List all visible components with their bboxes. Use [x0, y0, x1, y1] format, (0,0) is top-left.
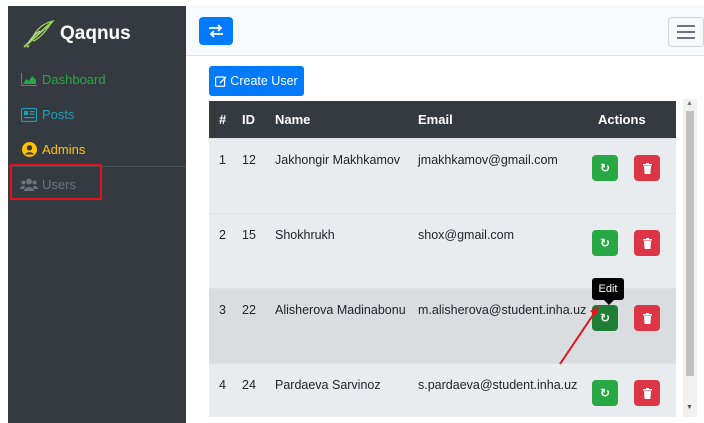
- row-number: 2: [219, 228, 226, 242]
- refresh-icon: ↻: [599, 161, 611, 175]
- refresh-icon: ↻: [599, 386, 611, 400]
- edit-button[interactable]: ↻: [592, 155, 618, 181]
- row-number: 4: [219, 378, 226, 392]
- trash-icon: [642, 387, 652, 399]
- table-row: 1 12 Jakhongir Makhkamov jmakhkamov@gmai…: [209, 138, 676, 213]
- tooltip-arrow: [604, 300, 614, 305]
- row-id: 15: [242, 228, 256, 242]
- delete-button[interactable]: [634, 305, 660, 331]
- trash-icon: [642, 237, 652, 249]
- row-id: 24: [242, 378, 256, 392]
- hamburger-icon-bar: [677, 37, 695, 39]
- row-name: Alisherova Madinabonu: [275, 303, 406, 317]
- refresh-icon: ↻: [599, 236, 611, 250]
- delete-button[interactable]: [634, 155, 660, 181]
- create-user-label: Create User: [230, 74, 298, 88]
- user-circle-icon: [20, 141, 38, 157]
- row-email: shox@gmail.com: [418, 228, 515, 242]
- sidebar-toggle-button[interactable]: [199, 17, 233, 45]
- users-table: # ID Name Email Actions 1 12 Jakhongir M…: [209, 101, 676, 417]
- row-id: 12: [242, 153, 256, 167]
- delete-button[interactable]: [634, 380, 660, 406]
- scrollbar-thumb[interactable]: [686, 111, 694, 376]
- trash-icon: [642, 162, 652, 174]
- edit-button[interactable]: ↻: [592, 380, 618, 406]
- edit-button[interactable]: ↻: [592, 230, 618, 256]
- row-id: 22: [242, 303, 256, 317]
- column-header-actions: Actions: [598, 112, 646, 127]
- edit-icon: [215, 76, 227, 87]
- hamburger-menu-button[interactable]: [668, 17, 704, 47]
- sidebar-item-dashboard[interactable]: Dashboard: [8, 62, 186, 97]
- brand[interactable]: Qaqnus: [8, 6, 186, 62]
- sidebar-item-admins[interactable]: Admins: [8, 132, 186, 167]
- newspaper-icon: [20, 107, 38, 123]
- edit-tooltip: Edit: [592, 278, 624, 300]
- sidebar-item-posts[interactable]: Posts: [8, 97, 186, 132]
- annotation-highlight-box: [10, 164, 102, 200]
- row-name: Shokhrukh: [275, 228, 335, 242]
- table-row: 2 15 Shokhrukh shox@gmail.com ↻: [209, 213, 676, 288]
- column-header-id: ID: [242, 112, 255, 127]
- table-row: 4 24 Pardaeva Sarvinoz s.pardaeva@studen…: [209, 363, 676, 417]
- top-navbar: [186, 6, 704, 56]
- sidebar-item-label: Admins: [42, 141, 86, 157]
- exchange-icon: [209, 24, 223, 38]
- hamburger-icon: [677, 25, 695, 27]
- row-name: Pardaeva Sarvinoz: [275, 378, 381, 392]
- column-header-number: #: [219, 112, 227, 127]
- column-header-email: Email: [418, 112, 453, 127]
- area-chart-icon: [20, 72, 38, 88]
- brand-name: Qaqnus: [60, 23, 131, 44]
- row-number: 3: [219, 303, 226, 317]
- sidebar-item-label: Dashboard: [42, 72, 106, 87]
- row-email: s.pardaeva@student.inha.uz: [418, 378, 578, 392]
- create-user-button[interactable]: Create User: [209, 66, 304, 96]
- annotation-arrow-icon: [559, 306, 599, 365]
- row-email: jmakhkamov@gmail.com: [418, 153, 558, 167]
- sidebar-item-label: Posts: [42, 107, 75, 122]
- delete-button[interactable]: [634, 230, 660, 256]
- row-name: Jakhongir Makhkamov: [275, 153, 401, 167]
- hamburger-icon-bar: [677, 31, 695, 33]
- scroll-down-icon[interactable]: ▼: [686, 404, 693, 411]
- table-header: # ID Name Email Actions: [209, 101, 676, 138]
- trash-icon: [642, 312, 652, 324]
- column-header-name: Name: [275, 112, 311, 127]
- scroll-up-icon[interactable]: ▲: [686, 100, 693, 107]
- phoenix-logo-icon: [23, 19, 55, 48]
- sidebar: Qaqnus Dashboard Posts Admins Users: [8, 6, 186, 423]
- row-number: 1: [219, 153, 226, 167]
